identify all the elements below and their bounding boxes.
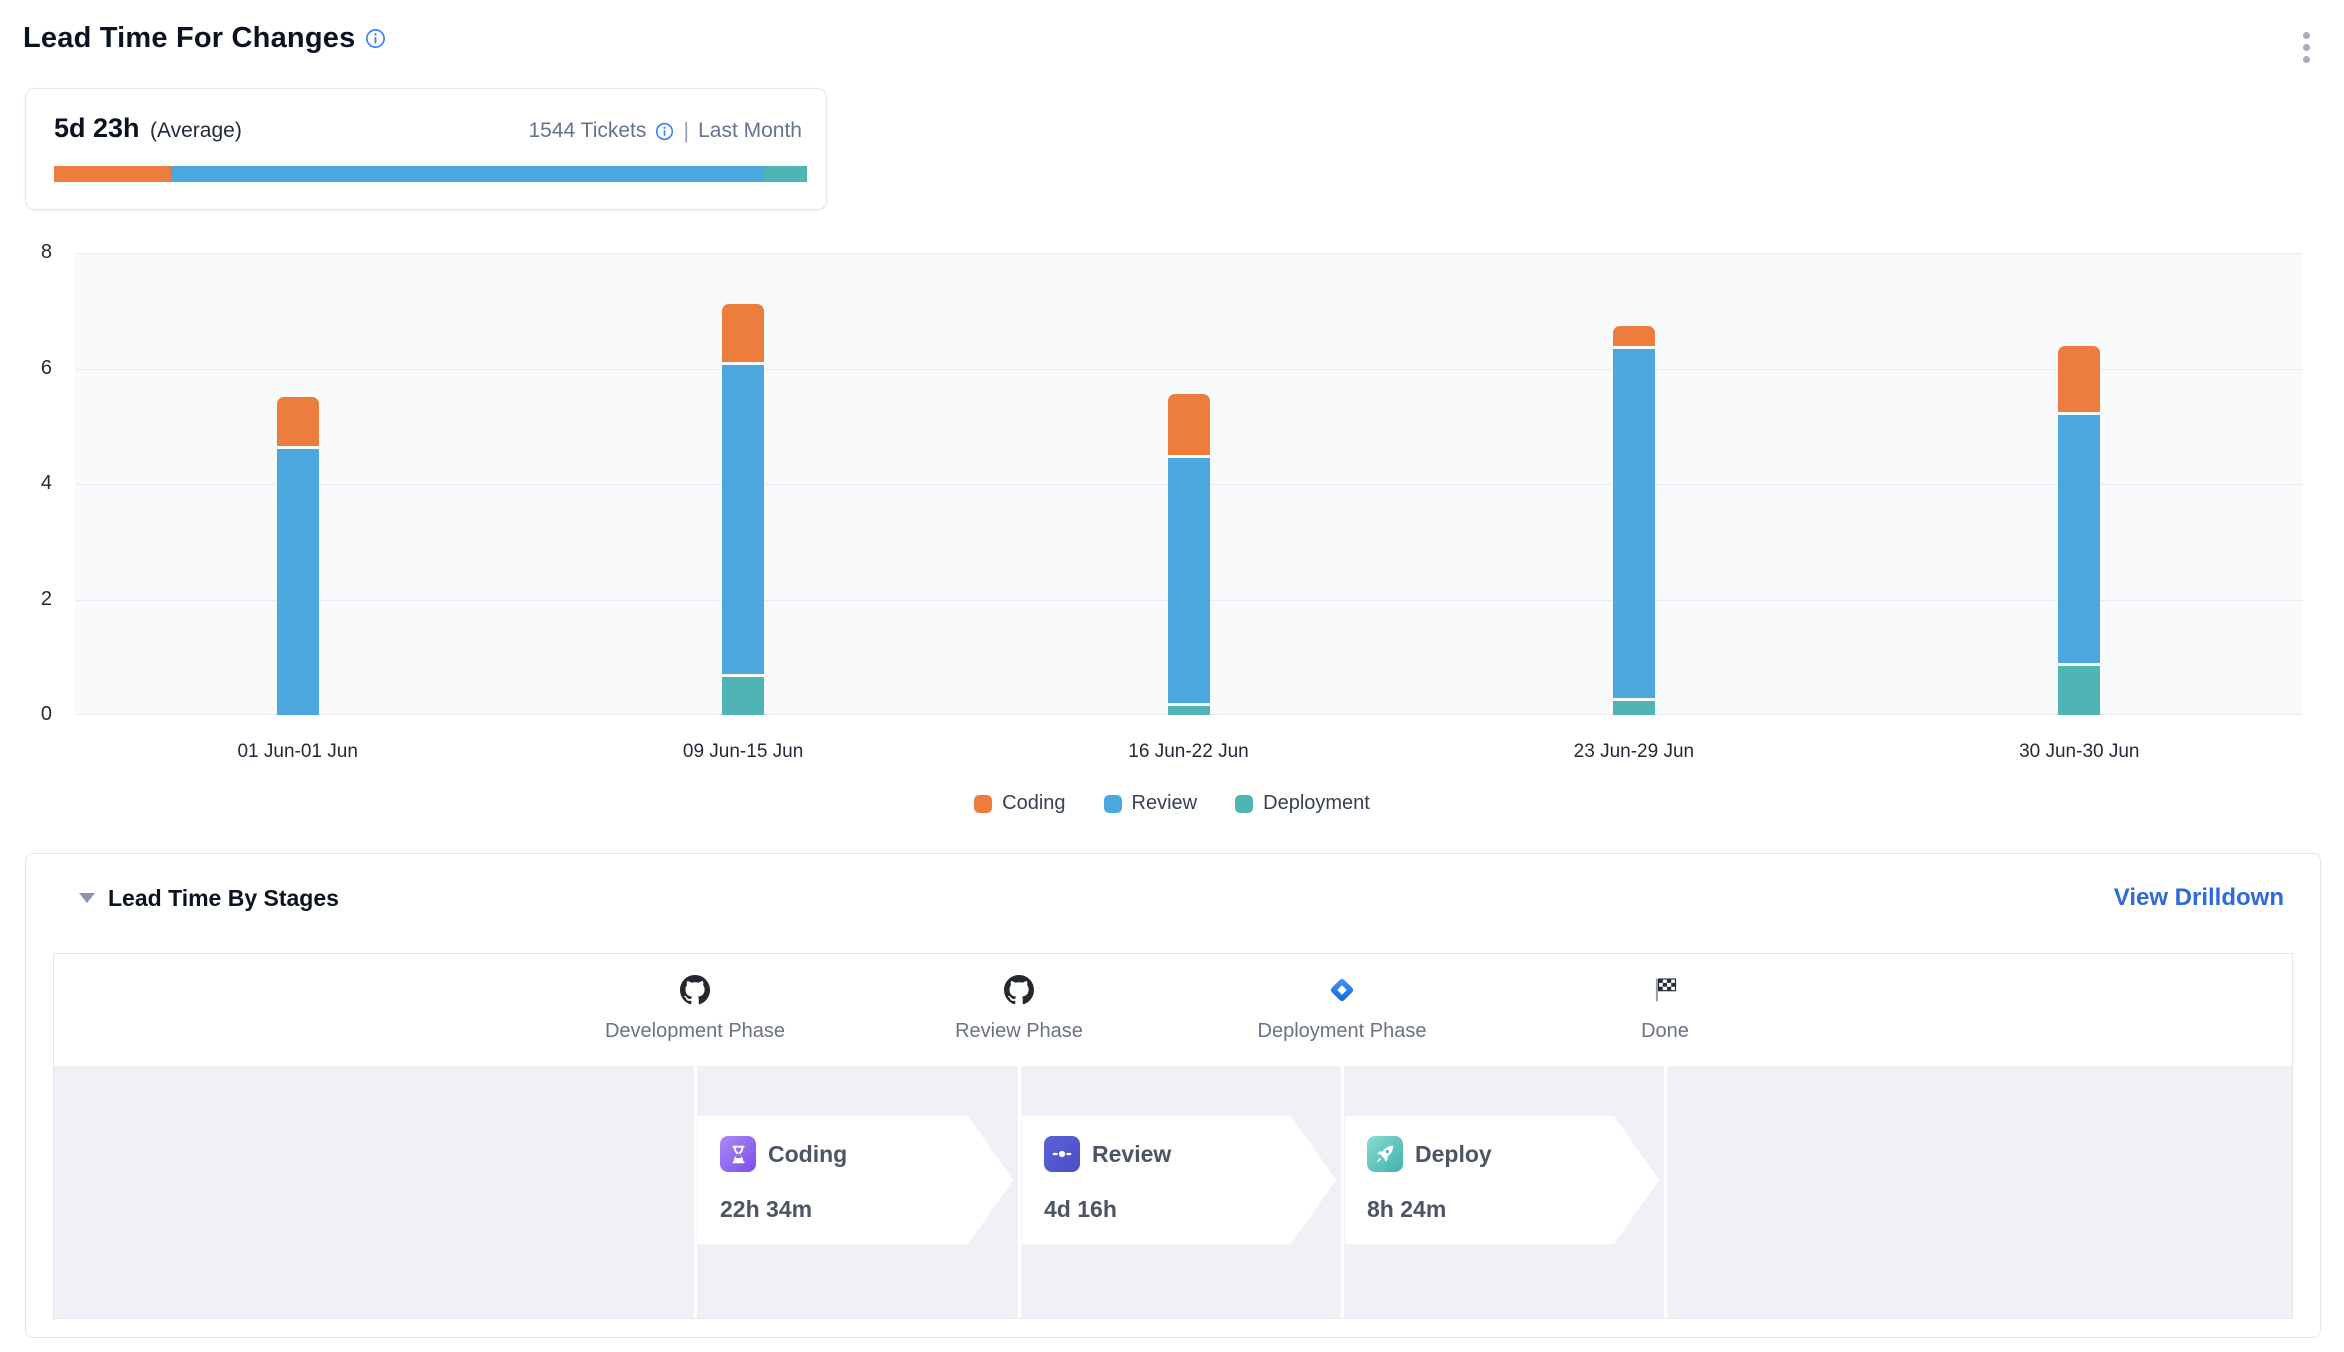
stacked-bar-4[interactable] bbox=[1613, 253, 1655, 715]
page-title: Lead Time For Changes bbox=[23, 22, 355, 55]
stages-band: Coding 22h 34m Review 4d 16h Deploy 8h 24m bbox=[54, 1066, 2292, 1318]
stage-card-review[interactable]: Review 4d 16h bbox=[1022, 1116, 1336, 1244]
stage-label: Coding bbox=[768, 1141, 847, 1168]
legend-item-coding[interactable]: Coding bbox=[974, 792, 1065, 815]
column-divider bbox=[1018, 1066, 1021, 1318]
phase-development-phase: Development Phase bbox=[585, 972, 805, 1043]
bar-segment-review bbox=[1168, 458, 1210, 703]
distribution-segment-deployment bbox=[764, 166, 807, 182]
gridline-y-4 bbox=[75, 484, 2302, 485]
stage-duration: 4d 16h bbox=[1044, 1196, 1336, 1223]
stacked-bar-2[interactable] bbox=[722, 253, 764, 715]
hourglass-icon bbox=[720, 1136, 756, 1172]
legend-item-deployment[interactable]: Deployment bbox=[1235, 792, 1370, 815]
bar-segment-coding bbox=[277, 397, 319, 446]
checkered-flag-icon bbox=[1555, 972, 1775, 1008]
legend-label: Coding bbox=[1002, 792, 1065, 815]
phase-label: Development Phase bbox=[585, 1020, 805, 1043]
y-tick-label: 4 bbox=[0, 472, 52, 495]
column-divider bbox=[694, 1066, 697, 1318]
lead-time-by-stages-card: Lead Time By Stages View Drilldown Devel… bbox=[25, 853, 2321, 1338]
column-divider bbox=[1664, 1066, 1667, 1318]
legend-item-review[interactable]: Review bbox=[1104, 792, 1198, 815]
legend-swatch-deployment bbox=[1235, 795, 1253, 813]
bar-segment-deployment bbox=[2058, 666, 2100, 715]
stacked-bar-1[interactable] bbox=[277, 253, 319, 715]
legend-swatch-review bbox=[1104, 795, 1122, 813]
page-header: Lead Time For Changes bbox=[23, 22, 2316, 69]
period-label: Last Month bbox=[698, 119, 802, 143]
phase-done: Done bbox=[1555, 972, 1775, 1043]
y-tick-label: 6 bbox=[0, 357, 52, 380]
stage-duration: 22h 34m bbox=[720, 1196, 1013, 1223]
phase-label: Review Phase bbox=[909, 1020, 1129, 1043]
collapse-chevron-icon[interactable] bbox=[79, 893, 95, 903]
more-options-button[interactable] bbox=[2297, 26, 2316, 69]
legend-label: Deployment bbox=[1263, 792, 1370, 815]
x-tick-label: 01 Jun-01 Jun bbox=[188, 741, 408, 763]
chart-legend: Coding Review Deployment bbox=[0, 792, 2344, 815]
average-suffix: (Average) bbox=[150, 119, 242, 142]
jira-diamond-icon bbox=[1232, 972, 1452, 1008]
y-tick-label: 2 bbox=[0, 588, 52, 611]
average-lead-time-card: 5d 23h (Average) 1544 Tickets | Last Mon… bbox=[25, 88, 827, 210]
legend-swatch-coding bbox=[974, 795, 992, 813]
x-tick-label: 16 Jun-22 Jun bbox=[1079, 741, 1299, 763]
y-tick-label: 0 bbox=[0, 703, 52, 726]
chart-plot-area bbox=[75, 253, 2302, 715]
bar-segment-coding bbox=[722, 304, 764, 362]
bar-segment-deployment bbox=[1168, 706, 1210, 715]
gridline-y-0 bbox=[75, 714, 2302, 715]
stacked-bar-5[interactable] bbox=[2058, 253, 2100, 715]
bar-segment-deployment bbox=[722, 677, 764, 715]
y-tick-label: 8 bbox=[0, 241, 52, 264]
phase-label: Done bbox=[1555, 1020, 1775, 1043]
title-info-icon[interactable] bbox=[365, 28, 386, 49]
bar-segment-deployment bbox=[1613, 701, 1655, 715]
average-value-group: 5d 23h (Average) bbox=[54, 113, 242, 144]
column-divider bbox=[1341, 1066, 1344, 1318]
stages-timeline-table: Development Phase Review Phase Deployment … bbox=[53, 953, 2293, 1319]
bar-segment-coding bbox=[2058, 346, 2100, 412]
commit-icon bbox=[1044, 1136, 1080, 1172]
x-tick-label: 09 Jun-15 Jun bbox=[633, 741, 853, 763]
stage-duration: 8h 24m bbox=[1367, 1196, 1659, 1223]
average-value: 5d 23h bbox=[54, 113, 140, 143]
github-icon bbox=[585, 972, 805, 1008]
tickets-count: 1544 Tickets bbox=[528, 119, 646, 143]
distribution-segment-coding bbox=[54, 166, 171, 182]
stage-card-coding[interactable]: Coding 22h 34m bbox=[698, 1116, 1013, 1244]
phase-deployment-phase: Deployment Phase bbox=[1232, 972, 1452, 1043]
tickets-info-icon[interactable] bbox=[655, 122, 674, 141]
github-icon bbox=[909, 972, 1129, 1008]
stages-section-title: Lead Time By Stages bbox=[108, 885, 339, 912]
x-tick-label: 23 Jun-29 Jun bbox=[1524, 741, 1744, 763]
phase-label: Deployment Phase bbox=[1232, 1020, 1452, 1043]
bar-segment-review bbox=[1613, 349, 1655, 698]
lead-time-dashboard: Lead Time For Changes 5d 23h (Average) 1… bbox=[0, 0, 2344, 1352]
phase-review-phase: Review Phase bbox=[909, 972, 1129, 1043]
separator: | bbox=[683, 118, 689, 144]
rocket-icon bbox=[1367, 1136, 1403, 1172]
bar-segment-coding bbox=[1613, 326, 1655, 346]
gridline-y-2 bbox=[75, 600, 2302, 601]
bar-segment-coding bbox=[1168, 394, 1210, 455]
gridline-y-8 bbox=[75, 253, 2302, 254]
lead-time-distribution-bar bbox=[54, 166, 807, 182]
gridline-y-6 bbox=[75, 369, 2302, 370]
distribution-segment-review bbox=[171, 166, 764, 182]
view-drilldown-link[interactable]: View Drilldown bbox=[2114, 884, 2284, 912]
stage-card-deploy[interactable]: Deploy 8h 24m bbox=[1345, 1116, 1659, 1244]
phase-header-row: Development Phase Review Phase Deployment … bbox=[54, 954, 2292, 1066]
stage-label: Review bbox=[1092, 1141, 1171, 1168]
bar-segment-review bbox=[2058, 415, 2100, 663]
stacked-bar-3[interactable] bbox=[1168, 253, 1210, 715]
stage-label: Deploy bbox=[1415, 1141, 1492, 1168]
legend-label: Review bbox=[1132, 792, 1198, 815]
bar-segment-review bbox=[277, 449, 319, 715]
bar-segment-review bbox=[722, 365, 764, 674]
x-tick-label: 30 Jun-30 Jun bbox=[1969, 741, 2189, 763]
